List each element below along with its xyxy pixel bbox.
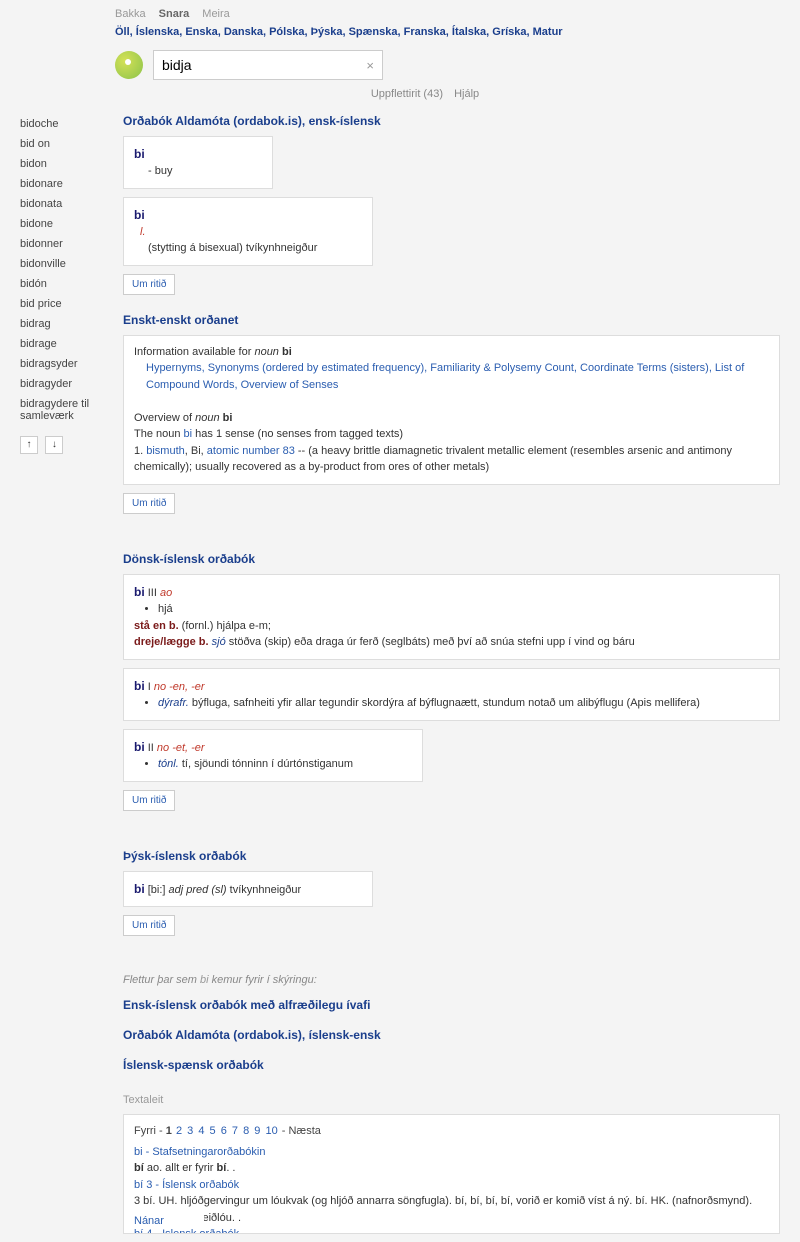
headword: bi	[134, 145, 262, 163]
dict-title[interactable]: Enskt-enskt orðanet	[123, 313, 780, 327]
grammar-label: adj pred (sl)	[169, 884, 227, 896]
sense-line: 1. bismuth, Bi, atomic number 83 -- (a h…	[134, 443, 769, 476]
grammar-label: l.	[140, 224, 362, 241]
entry-card: bi - buy	[123, 136, 273, 189]
pager: Fyrri - 1 2 3 4 5 6 7 8 9 10 - Næsta	[134, 1123, 769, 1140]
nav-bakka[interactable]: Bakka	[115, 8, 146, 20]
page-link[interactable]: 6	[221, 1125, 227, 1137]
sense-item: tónl. tí, sjöundi tónninn í dúrtónstigan…	[158, 756, 412, 773]
logo-icon	[115, 51, 143, 79]
page-link[interactable]: 2	[176, 1125, 182, 1137]
page-link[interactable]: 5	[210, 1125, 216, 1137]
nav-snara[interactable]: Snara	[159, 8, 190, 20]
crossref-dict[interactable]: Ensk-íslensk orðabók með alfræðilegu íva…	[123, 998, 780, 1012]
sidebar-item[interactable]: bidón	[20, 274, 105, 294]
textsearch-header: Textaleit	[123, 1094, 780, 1106]
sidebar-item[interactable]: bidoche	[20, 114, 105, 134]
sense-count: The noun bi has 1 sense (no senses from …	[134, 426, 769, 443]
info-line: Information available for noun bi	[134, 344, 769, 361]
grammar-label: no -en, -er	[154, 681, 205, 693]
search-box[interactable]: ×	[153, 50, 383, 80]
entry-card: Information available for noun bi Hypern…	[123, 335, 780, 485]
more-link[interactable]: Nánar	[134, 1213, 204, 1230]
entry-card: bi III ao hjá stå en b. (fornl.) hjálpa …	[123, 574, 780, 660]
sidebar-item[interactable]: bid price	[20, 294, 105, 314]
dict-title[interactable]: Þýsk-íslensk orðabók	[123, 849, 780, 863]
sidebar-item[interactable]: bidragyder	[20, 374, 105, 394]
definition: - buy	[148, 163, 262, 180]
crossref-header: Flettur þar sem bi kemur fyrir í skýring…	[123, 974, 780, 986]
crossref-dict[interactable]: Íslensk-spænsk orðabók	[123, 1058, 780, 1072]
wordnet-links[interactable]: Hypernyms, Synonyms (ordered by estimate…	[146, 360, 769, 393]
overview-line: Overview of noun bi	[134, 410, 769, 427]
entry-card: bi I no -en, -er dýrafr. býfluga, safnhe…	[123, 668, 780, 721]
page-link[interactable]: 9	[254, 1125, 260, 1137]
result-row: bí 4 - Íslensk orðabók 4 bí. UH. raulorð…	[134, 1226, 769, 1234]
sidebar-item[interactable]: bid on	[20, 134, 105, 154]
sidebar-item[interactable]: bidonare	[20, 174, 105, 194]
page-link[interactable]: 8	[243, 1125, 249, 1137]
search-input[interactable]	[162, 57, 342, 73]
grammar-label: ao	[160, 587, 172, 599]
entry-card: bi [bi:] adj pred (sl) tvíkynhneigður	[123, 871, 373, 908]
sidebar-item[interactable]: bidrage	[20, 334, 105, 354]
entry-card: bi l. (stytting á bisexual) tvíkynhneigð…	[123, 197, 373, 266]
arrow-down-icon[interactable]: ↓	[45, 436, 63, 454]
sense-item: dýrafr. býfluga, safnheiti yfir allar te…	[158, 695, 769, 712]
nav-meira[interactable]: Meira	[202, 8, 230, 20]
page-link[interactable]: 4	[198, 1125, 204, 1137]
clear-icon[interactable]: ×	[366, 58, 374, 73]
crossref-dict[interactable]: Orðabók Aldamóta (ordabok.is), íslensk-e…	[123, 1028, 780, 1042]
headword: bi	[134, 740, 145, 754]
headword: bi	[134, 206, 362, 224]
result-row: bí 3 - Íslensk orðabók 3 bí. UH. hljóðge…	[134, 1177, 769, 1227]
result-title[interactable]: bi - Stafsetningarorðabókin	[134, 1144, 769, 1161]
about-button[interactable]: Um ritið	[123, 274, 175, 295]
page-link[interactable]: 10	[265, 1125, 277, 1137]
sidebar-item[interactable]: bidonville	[20, 254, 105, 274]
phrase-line: stå en b. (fornl.) hjálpa e-m;	[134, 618, 769, 635]
about-button[interactable]: Um ritið	[123, 493, 175, 514]
page-link[interactable]: 7	[232, 1125, 238, 1137]
sidebar: bidoche bid on bidon bidonare bidonata b…	[20, 114, 105, 1234]
entry-card: bi II no -et, -er tónl. tí, sjöundi tónn…	[123, 729, 423, 782]
sidebar-item[interactable]: bidrag	[20, 314, 105, 334]
result-title[interactable]: bí 4 - Íslensk orðabók	[134, 1226, 769, 1234]
language-filter[interactable]: Öll, Íslenska, Enska, Danska, Pólska, Þý…	[20, 26, 780, 38]
sidebar-item[interactable]: bidone	[20, 214, 105, 234]
definition: (stytting á bisexual) tvíkynhneigður	[148, 240, 362, 257]
help-link[interactable]: Hjálp	[454, 88, 479, 100]
headword: bi	[134, 882, 145, 896]
result-row: bi - Stafsetningarorðabókin bí ao. allt …	[134, 1144, 769, 1177]
about-button[interactable]: Um ritið	[123, 915, 175, 936]
sidebar-item[interactable]: bidonner	[20, 234, 105, 254]
sidebar-item[interactable]: bidragydere til samleværk	[20, 394, 105, 426]
headword: bi	[134, 679, 145, 693]
dict-title[interactable]: Orðabók Aldamóta (ordabok.is), ensk-ísle…	[123, 114, 780, 128]
sidebar-item[interactable]: bidragsyder	[20, 354, 105, 374]
uppflettirit-link[interactable]: Uppflettirit (43)	[371, 88, 443, 100]
grammar-label: no -et, -er	[157, 742, 205, 754]
phrase-line: dreje/lægge b. sjó stöðva (skip) eða dra…	[134, 634, 769, 651]
textsearch-box: Fyrri - 1 2 3 4 5 6 7 8 9 10 - Næsta bi …	[123, 1114, 780, 1234]
result-title[interactable]: bí 3 - Íslensk orðabók	[134, 1177, 769, 1194]
about-button[interactable]: Um ritið	[123, 790, 175, 811]
sidebar-item[interactable]: bidonata	[20, 194, 105, 214]
sense-item: hjá	[158, 601, 769, 618]
page-link[interactable]: 3	[187, 1125, 193, 1137]
headword: bi	[134, 585, 145, 599]
arrow-up-icon[interactable]: ↑	[20, 436, 38, 454]
dict-title[interactable]: Dönsk-íslensk orðabók	[123, 552, 780, 566]
sidebar-item[interactable]: bidon	[20, 154, 105, 174]
